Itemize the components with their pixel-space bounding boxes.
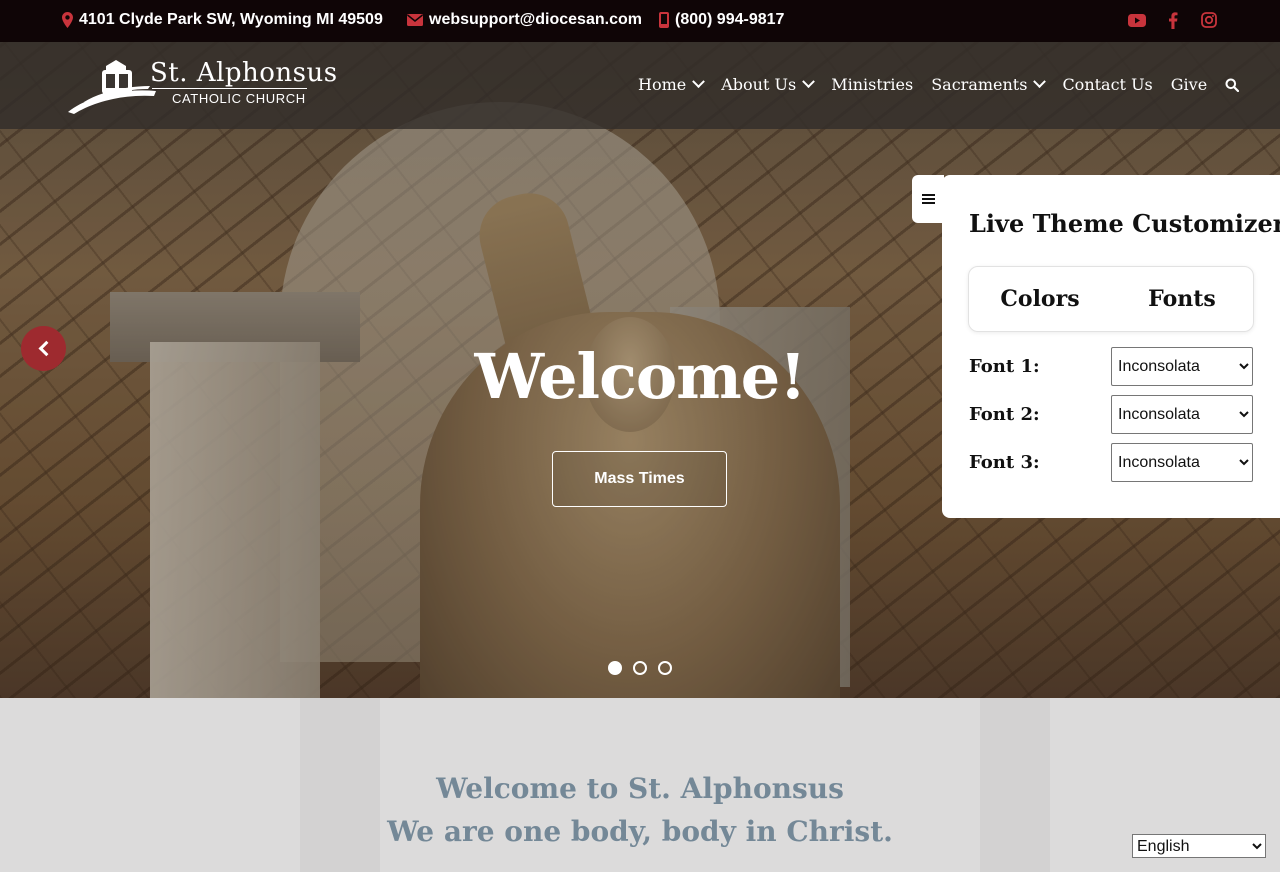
hamburger-icon xyxy=(921,198,935,200)
nav-label: Contact Us xyxy=(1062,75,1153,94)
social-links xyxy=(1128,11,1218,29)
theme-customizer-panel: Live Theme Customizer Colors Fonts Font … xyxy=(942,175,1280,518)
nav-label: Sacraments xyxy=(931,75,1028,94)
font-3-label: Font 3: xyxy=(969,452,1040,473)
welcome-section: Welcome to St. Alphonsus We are one body… xyxy=(0,698,1280,872)
main-navbar: St. Alphonsus CATHOLIC CHURCH Home About… xyxy=(0,42,1280,129)
welcome-section-title: Welcome to St. Alphonsus xyxy=(436,772,844,805)
nav-item-ministries[interactable]: Ministries xyxy=(831,75,913,94)
email-item[interactable]: websupport@diocesan.com xyxy=(407,11,642,29)
phone-text: (800) 994-9817 xyxy=(675,11,785,28)
slider-prev-button[interactable] xyxy=(21,326,66,371)
font-3-row: Font 3: Inconsolata xyxy=(969,443,1253,482)
font-1-select[interactable]: Inconsolata xyxy=(1111,347,1253,386)
tab-fonts[interactable]: Fonts xyxy=(1111,267,1253,331)
mass-times-button[interactable]: Mass Times xyxy=(552,451,727,507)
logo-divider xyxy=(152,88,307,89)
youtube-icon[interactable] xyxy=(1128,11,1146,29)
font-1-row: Font 1: Inconsolata xyxy=(969,347,1253,386)
address-text: 4101 Clyde Park SW, Wyoming MI 49509 xyxy=(79,11,383,28)
nav-label: Give xyxy=(1170,75,1208,94)
language-select[interactable]: English xyxy=(1132,834,1266,858)
nav-item-about-us[interactable]: About Us xyxy=(721,75,816,94)
chevron-down-icon xyxy=(802,75,816,89)
phone-item[interactable]: (800) 994-9817 xyxy=(659,11,784,29)
font-2-select[interactable]: Inconsolata xyxy=(1111,395,1253,434)
font-2-label: Font 2: xyxy=(969,404,1040,425)
slider-dot-1[interactable] xyxy=(608,661,622,675)
nav-label: Home xyxy=(638,75,687,94)
font-3-select[interactable]: Inconsolata xyxy=(1111,443,1253,482)
nav-item-give[interactable]: Give xyxy=(1171,75,1207,94)
customizer-toggle-button[interactable] xyxy=(912,175,944,223)
map-marker-icon xyxy=(62,12,73,28)
mobile-phone-icon xyxy=(659,12,669,28)
logo-subtitle: CATHOLIC CHURCH xyxy=(172,91,306,106)
slider-dot-3[interactable] xyxy=(658,661,672,675)
customizer-tabs: Colors Fonts xyxy=(968,266,1254,332)
main-menu: Home About Us Ministries Sacraments Cont… xyxy=(638,75,1240,94)
envelope-icon xyxy=(407,14,423,26)
bible-church-logo-icon xyxy=(68,60,156,114)
address-item[interactable]: 4101 Clyde Park SW, Wyoming MI 49509 xyxy=(62,11,383,29)
church-logo[interactable]: St. Alphonsus CATHOLIC CHURCH xyxy=(68,58,337,116)
nav-item-contact-us[interactable]: Contact Us xyxy=(1062,75,1152,94)
nav-item-home[interactable]: Home xyxy=(638,75,706,94)
email-text: websupport@diocesan.com xyxy=(429,11,642,28)
chevron-left-icon xyxy=(38,340,55,357)
chevron-down-icon xyxy=(692,75,706,89)
nav-label: About Us xyxy=(721,75,797,94)
welcome-section-subtitle: We are one body, body in Christ. xyxy=(387,815,893,848)
font-1-label: Font 1: xyxy=(969,356,1040,377)
chevron-down-icon xyxy=(1033,75,1047,89)
nav-item-sacraments[interactable]: Sacraments xyxy=(931,75,1047,94)
customizer-title: Live Theme Customizer xyxy=(969,209,1280,238)
hero-heading: Welcome! xyxy=(474,340,807,413)
logo-title: St. Alphonsus xyxy=(150,58,338,88)
facebook-icon[interactable] xyxy=(1164,11,1182,29)
search-icon[interactable] xyxy=(1225,78,1240,92)
top-contact-bar: 4101 Clyde Park SW, Wyoming MI 49509 web… xyxy=(0,0,1280,42)
nav-label: Ministries xyxy=(831,75,914,94)
slider-dot-2[interactable] xyxy=(633,661,647,675)
slider-dots xyxy=(608,661,672,675)
instagram-icon[interactable] xyxy=(1200,11,1218,29)
tab-colors[interactable]: Colors xyxy=(969,267,1111,331)
font-2-row: Font 2: Inconsolata xyxy=(969,395,1253,434)
